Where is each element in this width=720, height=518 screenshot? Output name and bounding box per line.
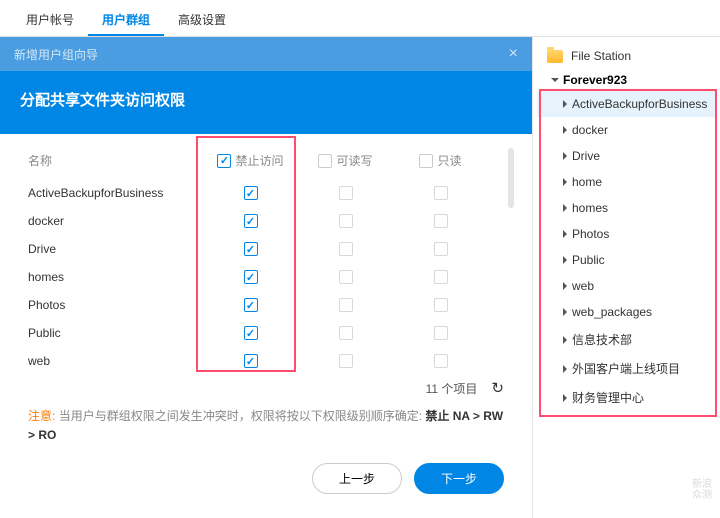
chevron-right-icon xyxy=(563,126,567,134)
chevron-right-icon xyxy=(563,308,567,316)
chevron-right-icon xyxy=(563,178,567,186)
checkbox-ro[interactable] xyxy=(434,186,448,200)
row-name: docker xyxy=(28,214,203,228)
chevron-right-icon xyxy=(563,100,567,108)
chevron-right-icon xyxy=(563,336,567,344)
chevron-right-icon xyxy=(563,204,567,212)
row-name: Drive xyxy=(28,242,203,256)
checkbox-na[interactable] xyxy=(244,326,258,340)
tree-item[interactable]: Photos xyxy=(537,221,716,247)
row-name: Photos xyxy=(28,298,203,312)
chevron-right-icon xyxy=(563,282,567,290)
checkbox-rw[interactable] xyxy=(339,186,353,200)
row-name: web xyxy=(28,354,203,368)
table-row: ActiveBackupforBusiness xyxy=(28,179,504,207)
table-row: Public xyxy=(28,319,504,347)
checkbox-rw[interactable] xyxy=(339,326,353,340)
checkbox-ro-all[interactable] xyxy=(419,154,433,168)
next-button[interactable]: 下一步 xyxy=(414,463,504,494)
note-text: 当用户与群组权限之间发生冲突时，权限将按以下权限级别顺序确定: xyxy=(59,409,422,423)
note-label: 注意: xyxy=(28,409,55,423)
checkbox-rw[interactable] xyxy=(339,298,353,312)
checkbox-rw[interactable] xyxy=(339,270,353,284)
checkbox-na[interactable] xyxy=(244,186,258,200)
row-name: ActiveBackupforBusiness xyxy=(28,186,203,200)
table-row: Photos xyxy=(28,291,504,319)
tab-group[interactable]: 用户群组 xyxy=(88,5,164,36)
file-station-title: File Station xyxy=(571,49,631,63)
tree-item[interactable]: Drive xyxy=(537,143,716,169)
checkbox-ro[interactable] xyxy=(434,326,448,340)
checkbox-na[interactable] xyxy=(244,214,258,228)
scrollbar[interactable] xyxy=(508,148,514,208)
row-name: homes xyxy=(28,270,203,284)
checkbox-na[interactable] xyxy=(244,354,258,368)
tree-item[interactable]: web_packages xyxy=(537,299,716,325)
checkbox-rw[interactable] xyxy=(339,354,353,368)
tree-item[interactable]: 信息技术部 xyxy=(537,325,716,354)
chevron-down-icon xyxy=(551,78,559,82)
row-name: Public xyxy=(28,326,203,340)
tab-advanced[interactable]: 高级设置 xyxy=(164,5,240,36)
checkbox-ro[interactable] xyxy=(434,354,448,368)
item-count: 11 个项目 xyxy=(426,380,478,397)
checkbox-rw[interactable] xyxy=(339,214,353,228)
tree-root[interactable]: Forever923 xyxy=(537,69,716,91)
table-row: Drive xyxy=(28,235,504,263)
tree-item[interactable]: docker xyxy=(537,117,716,143)
checkbox-ro[interactable] xyxy=(434,214,448,228)
close-icon[interactable]: × xyxy=(509,45,518,63)
checkbox-na[interactable] xyxy=(244,242,258,256)
col-name: 名称 xyxy=(28,152,203,169)
checkbox-ro[interactable] xyxy=(434,270,448,284)
col-rw: 可读写 xyxy=(336,152,372,169)
table-row: docker xyxy=(28,207,504,235)
wizard-title: 新增用户组向导 xyxy=(14,46,98,63)
chevron-right-icon xyxy=(563,365,567,373)
tree-item[interactable]: 财务管理中心 xyxy=(537,383,716,412)
folder-icon xyxy=(547,50,563,63)
table-row: web xyxy=(28,347,504,375)
checkbox-ro[interactable] xyxy=(434,298,448,312)
checkbox-na[interactable] xyxy=(244,270,258,284)
tree-item[interactable]: web xyxy=(537,273,716,299)
tree-item[interactable]: home xyxy=(537,169,716,195)
tab-account[interactable]: 用户帐号 xyxy=(12,5,88,36)
watermark: 新浪众测 xyxy=(692,479,712,501)
table-row: homes xyxy=(28,263,504,291)
tree-item[interactable]: homes xyxy=(537,195,716,221)
chevron-right-icon xyxy=(563,230,567,238)
prev-button[interactable]: 上一步 xyxy=(312,463,402,494)
chevron-right-icon xyxy=(563,394,567,402)
refresh-icon[interactable]: ↻ xyxy=(491,379,504,397)
chevron-right-icon xyxy=(563,152,567,160)
checkbox-na[interactable] xyxy=(244,298,258,312)
col-ro: 只读 xyxy=(437,152,461,169)
checkbox-rw[interactable] xyxy=(339,242,353,256)
tree-item[interactable]: Public xyxy=(537,247,716,273)
page-title: 分配共享文件夹访问权限 xyxy=(0,71,532,134)
tree-item[interactable]: ActiveBackupforBusiness xyxy=(537,91,716,117)
checkbox-rw-all[interactable] xyxy=(318,154,332,168)
checkbox-na-all[interactable] xyxy=(217,154,231,168)
checkbox-ro[interactable] xyxy=(434,242,448,256)
tree-item[interactable]: 外国客户端上线项目 xyxy=(537,354,716,383)
chevron-right-icon xyxy=(563,256,567,264)
col-na: 禁止访问 xyxy=(235,152,283,169)
